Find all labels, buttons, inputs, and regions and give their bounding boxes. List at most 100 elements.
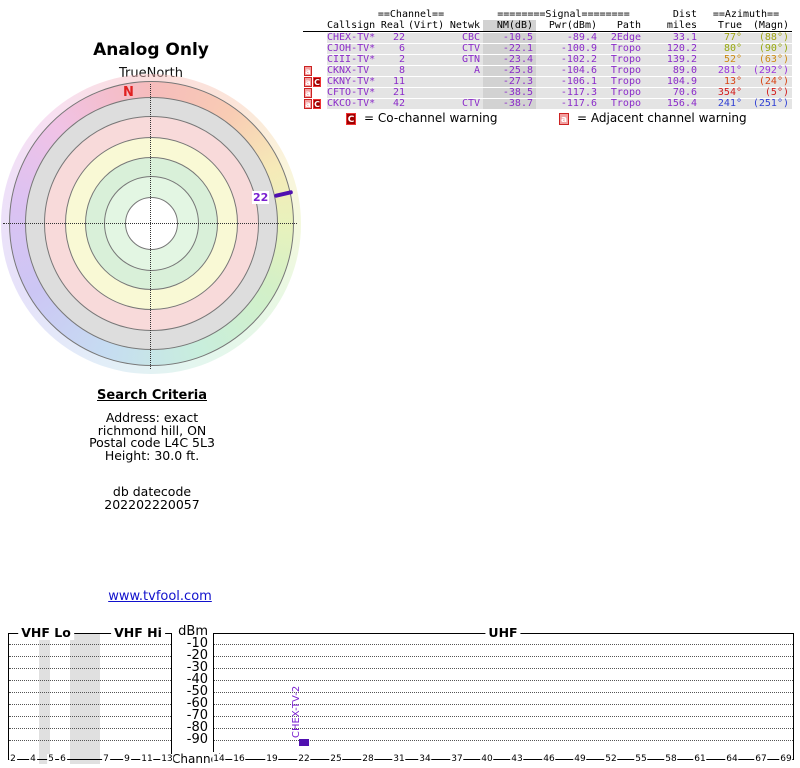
- north-compass-letter: N: [123, 85, 134, 100]
- channel-tick-label: 25: [329, 754, 343, 765]
- cell-virt: [408, 33, 445, 43]
- col-callsign: Callsign: [327, 20, 376, 31]
- cell-virt: [408, 77, 445, 87]
- search-criteria: Search Criteria Address: exact richmond …: [32, 388, 272, 462]
- gridline: [9, 740, 171, 741]
- vhf-panel: [8, 633, 172, 760]
- cell-magn: (251°): [745, 99, 792, 109]
- cell-magn: (88°): [745, 33, 792, 43]
- cell-path: Tropo: [600, 88, 644, 98]
- signal-table: ==Channel== ========Signal======== Dist …: [303, 9, 792, 110]
- gridline: [9, 644, 171, 645]
- col-true: True: [717, 20, 742, 31]
- col-magn: (Magn): [752, 20, 789, 31]
- adjacent-channel-warning-icon: a: [304, 88, 312, 98]
- group-header-dist: Dist: [672, 9, 697, 20]
- cell-true: 281°: [700, 66, 745, 76]
- col-pwr: Pwr(dBm): [548, 20, 597, 31]
- co-channel-legend-label: = Co-channel warning: [364, 111, 498, 125]
- cell-nm: -25.8: [483, 66, 536, 76]
- db-datecode: db datecode 202202220057: [32, 485, 272, 512]
- uhf-label: UHF: [485, 626, 521, 640]
- cell-path: Tropo: [600, 77, 644, 87]
- col-miles: miles: [666, 20, 697, 31]
- adjacent-channel-warning-icon: a: [304, 77, 312, 87]
- channel-tick-label: 55: [634, 754, 648, 765]
- cell-netwk: CBC: [445, 33, 483, 43]
- table-row: CIII-TV* 2 GTN -23.4 -102.2 Tropo 139.2 52° (63°…: [303, 55, 792, 65]
- cell-miles: 104.9: [644, 77, 700, 87]
- search-height-line: Height: 30.0 ft.: [104, 447, 200, 463]
- channel-tick-label: 40: [480, 754, 494, 765]
- adjacent-channel-warning-icon: a: [304, 99, 312, 109]
- cell-nm: -22.1: [483, 44, 536, 54]
- gridline: [214, 668, 793, 669]
- cell-path: Tropo: [600, 44, 644, 54]
- cell-pwr: -117.6: [536, 99, 600, 109]
- cell-pwr: -106.1: [536, 77, 600, 87]
- vhf-lo-label: VHF Lo: [18, 626, 74, 640]
- row-warning-icons: [303, 55, 327, 65]
- cell-true: 52°: [700, 55, 745, 65]
- cell-netwk: CTV: [445, 99, 483, 109]
- table-row: a CKNX-TV 8 A -25.8 -104.6 Tropo 89.0 281° (292°): [303, 66, 792, 76]
- row-warning-icons: a: [303, 66, 327, 76]
- cell-true: 13°: [700, 77, 745, 87]
- cell-magn: (63°): [745, 55, 792, 65]
- table-row: CJOH-TV* 6 CTV -22.1 -100.9 Tropo 120.2 80° (90°…: [303, 44, 792, 54]
- cell-virt: [408, 88, 445, 98]
- cell-callsign: CHEX-TV*: [327, 32, 377, 43]
- cell-miles: 156.4: [644, 99, 700, 109]
- channel-tick-label: 7: [102, 754, 110, 765]
- cell-real: 21: [377, 88, 408, 98]
- gridline: [9, 656, 171, 657]
- row-warning-icons: aC: [303, 99, 327, 109]
- channel-tick-label: 52: [604, 754, 618, 765]
- channel-tick-label: 14: [212, 754, 226, 765]
- row-warning-icons: a: [303, 88, 327, 98]
- cell-path: Tropo: [600, 99, 644, 109]
- channel-tick-label: 58: [664, 754, 678, 765]
- cell-netwk: A: [445, 66, 483, 76]
- channel-tick-label: 11: [140, 754, 154, 765]
- cell-real: 2: [377, 55, 408, 65]
- table-row: a CFTO-TV* 21 -38.5 -117.3 Tropo 70.6 354° (5°): [303, 88, 792, 98]
- channel-tick-label: 49: [573, 754, 587, 765]
- db-datecode-value: 202202220057: [104, 496, 200, 512]
- channel-tick-label: 19: [265, 754, 279, 765]
- gridline: [214, 644, 793, 645]
- tvfool-link[interactable]: www.tvfool.com: [100, 589, 220, 604]
- cell-pwr: -117.3: [536, 88, 600, 98]
- gridline: [9, 692, 171, 693]
- channel-tick-label: 64: [725, 754, 739, 765]
- cell-miles: 120.2: [644, 44, 700, 54]
- cell-path: Tropo: [600, 66, 644, 76]
- cell-magn: (292°): [745, 66, 792, 76]
- cell-magn: (90°): [745, 44, 792, 54]
- cell-virt: [408, 44, 445, 54]
- cell-callsign: CFTO-TV*: [327, 87, 377, 98]
- search-criteria-heading: Search Criteria: [97, 388, 207, 403]
- co-channel-warning-icon: C: [313, 77, 321, 87]
- channel-tick-label: 69: [779, 754, 793, 765]
- co-channel-warning-icon: C: [346, 112, 356, 125]
- cell-netwk: [445, 77, 483, 87]
- gridline: [214, 656, 793, 657]
- radar-title: Analog Only: [93, 40, 209, 60]
- channel-tick-label: 2: [9, 754, 17, 765]
- cell-true: 80°: [700, 44, 745, 54]
- tvfool-report: Analog Only TrueNorth N 22 ==Channel== =…: [0, 0, 800, 768]
- cell-callsign: CKNY-TV*: [327, 76, 377, 87]
- row-warning-icons: aC: [303, 77, 327, 87]
- table-row: a C CKCO-TV* 42 CTV -38.7 -117.6 Tropo 156.4 241°…: [303, 99, 792, 109]
- cell-netwk: GTN: [445, 55, 483, 65]
- cell-true: 241°: [700, 99, 745, 109]
- gridline: [9, 704, 171, 705]
- channel-tick-label: 22: [297, 754, 311, 765]
- cell-true: 354°: [700, 88, 745, 98]
- cell-virt: [408, 66, 445, 76]
- cell-true: 77°: [700, 33, 745, 43]
- channel-tick-label: 9: [123, 754, 131, 765]
- cell-nm: -10.5: [483, 33, 536, 43]
- cell-real: 8: [377, 66, 408, 76]
